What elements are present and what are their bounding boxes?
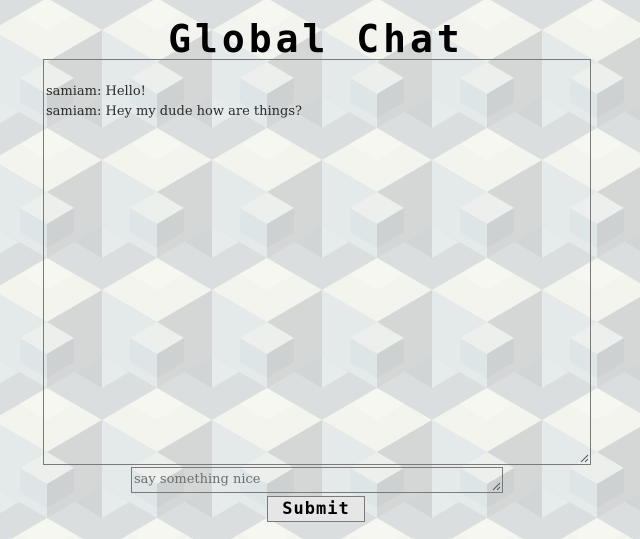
message-list: samiam: Hello! samiam: Hey my dude how a… (44, 60, 590, 122)
page-title: Global Chat (168, 17, 464, 61)
message-input[interactable]: say something nice (131, 467, 503, 493)
chat-message: samiam: Hello! (46, 84, 146, 99)
submit-button[interactable]: Submit (267, 496, 365, 522)
resize-grip-icon[interactable] (579, 453, 589, 463)
chat-log[interactable]: samiam: Hello! samiam: Hey my dude how a… (43, 59, 591, 465)
resize-grip-icon[interactable] (491, 481, 501, 491)
chat-message: samiam: Hey my dude how are things? (46, 104, 302, 119)
message-input-placeholder: say something nice (134, 472, 261, 487)
